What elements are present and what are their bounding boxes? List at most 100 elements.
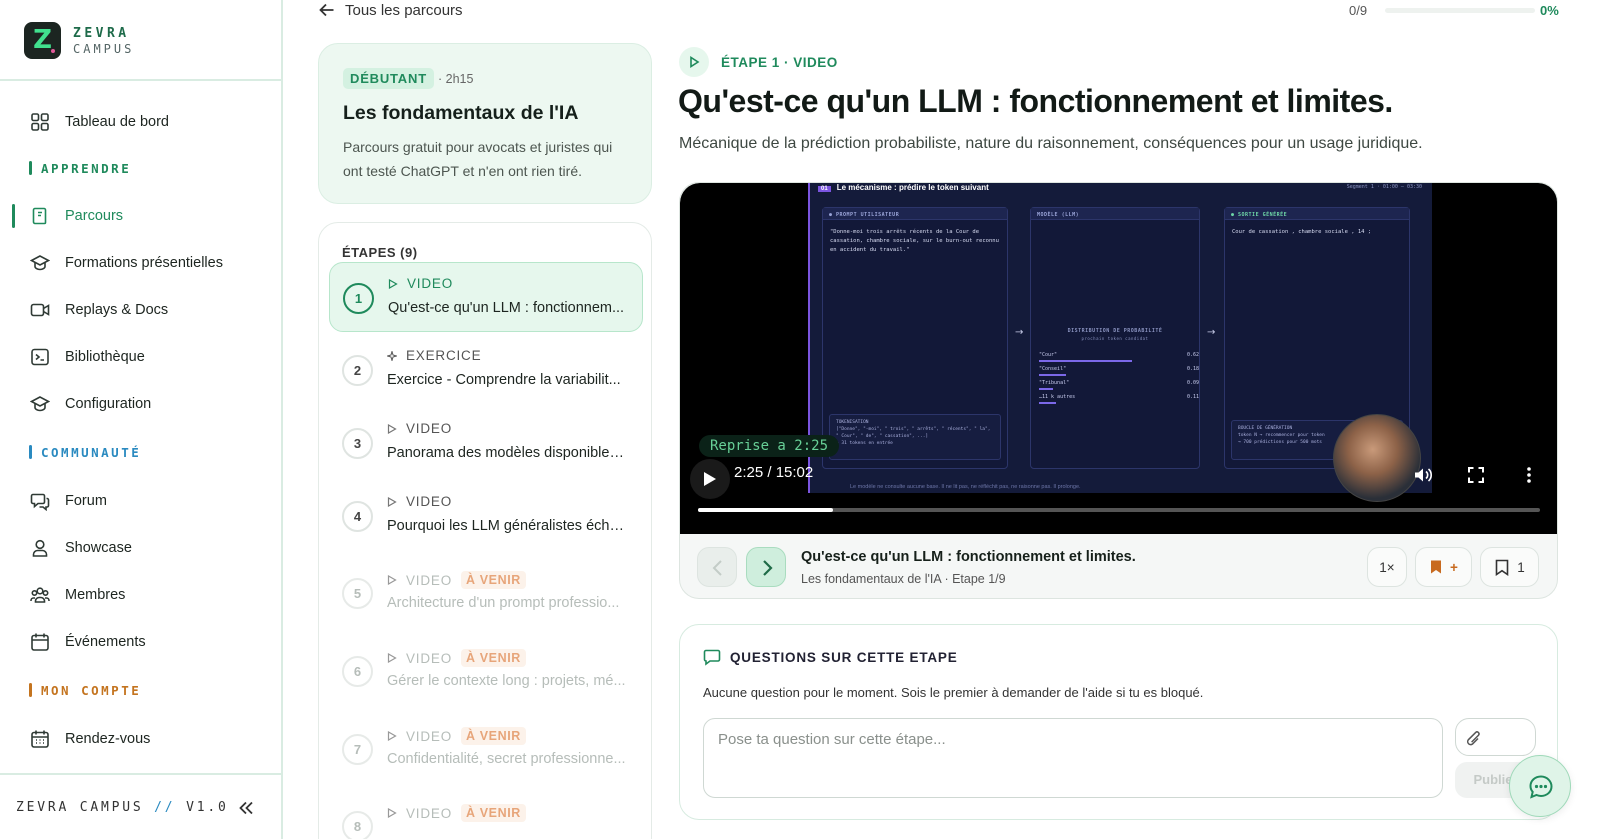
coming-soon-badge: À VENIR xyxy=(461,804,526,822)
previous-step-button[interactable] xyxy=(697,547,737,587)
step-item[interactable]: 1 VIDEO Qu'est-ce qu'un LLM : fonctionnem.… xyxy=(329,262,643,332)
sidebar-item-label: Rendez-vous xyxy=(65,731,151,747)
step-name: Confidentialité, secret professionne... xyxy=(387,751,626,767)
play-circle-icon xyxy=(679,47,709,77)
prompt-pane-title: ● PROMPT UTILISATEUR xyxy=(823,208,1007,220)
sidebar-footer-divider xyxy=(0,773,281,775)
play-button[interactable] xyxy=(690,459,730,499)
sidebar-item-label: Forum xyxy=(65,493,107,509)
step-number: 6 xyxy=(342,656,373,687)
sidebar-item-label: Membres xyxy=(65,587,126,603)
seek-bar-fill xyxy=(698,508,833,512)
seek-bar[interactable] xyxy=(698,508,1540,512)
step-type: VIDEO À VENIR xyxy=(387,727,526,745)
terminal-icon xyxy=(31,348,49,366)
sidebar-item-parcours[interactable]: Parcours xyxy=(30,203,123,229)
users-icon xyxy=(30,587,50,603)
section-account: MON COMPTE xyxy=(29,682,141,698)
sidebar-item-evenements[interactable]: Événements xyxy=(30,629,146,655)
step-number: 7 xyxy=(342,734,373,765)
calendar-grid-icon xyxy=(31,730,49,748)
sidebar-item-membres[interactable]: Membres xyxy=(30,582,125,608)
course-description: Parcours gratuit pour avocats et juriste… xyxy=(343,139,613,179)
fullscreen-icon[interactable] xyxy=(1466,465,1486,485)
active-indicator xyxy=(12,204,15,228)
bookmark-filled-icon xyxy=(1431,560,1442,574)
chat-bubbles-icon xyxy=(30,493,50,511)
course-card: DÉBUTANT · 2h15 Les fondamentaux de l'IA… xyxy=(318,43,652,204)
sidebar-item-bibliotheque[interactable]: Bibliothèque xyxy=(30,344,145,370)
distribution-bar xyxy=(1039,388,1053,390)
brand-sub: CAMPUS xyxy=(73,42,135,56)
next-step-button[interactable] xyxy=(746,547,786,587)
volume-icon[interactable] xyxy=(1413,465,1433,485)
sidebar-item-dashboard[interactable]: Tableau de bord xyxy=(30,109,169,135)
step-item[interactable]: 4 VIDEO Pourquoi les LLM généralistes écho… xyxy=(329,481,643,551)
add-bookmark-button[interactable]: + xyxy=(1415,547,1472,587)
question-input[interactable] xyxy=(703,718,1443,798)
step-item[interactable]: 3 VIDEO Panorama des modèles disponibles .… xyxy=(329,408,643,478)
step-item[interactable]: 2 EXERCICE Exercice - Comprendre la variab… xyxy=(329,335,643,405)
chevron-left-icon xyxy=(712,560,722,576)
sidebar-item-label: Showcase xyxy=(65,540,132,556)
current-step-label: ÉTAPE 1 · VIDEO xyxy=(679,47,838,77)
output-pane-text: Cour de cassation , chambre sociale , 14… xyxy=(1232,229,1372,235)
back-to-courses-link[interactable]: Tous les parcours xyxy=(318,1,463,19)
video-camera-icon xyxy=(30,303,50,317)
distribution-row: "Tribunal" 0.09 xyxy=(1039,380,1199,390)
sidebar-item-formations[interactable]: Formations présentielles xyxy=(30,250,223,276)
step-number: 4 xyxy=(342,501,373,532)
sidebar-item-forum[interactable]: Forum xyxy=(30,488,107,514)
steps-title: ÉTAPES (9) xyxy=(342,245,418,260)
presenter-camera xyxy=(1333,414,1421,502)
page-subtitle: Mécanique de la prédiction probabiliste,… xyxy=(679,135,1423,152)
steps-panel: ÉTAPES (9) 1 VIDEO Qu'est-ce qu'un LLM : f… xyxy=(318,222,652,839)
video-frame[interactable]: 01 Le mécanisme : prédire le token suivan… xyxy=(680,183,1557,534)
level-badge: DÉBUTANT xyxy=(343,68,434,89)
distribution-bar xyxy=(1039,374,1066,376)
chevrons-left-icon[interactable] xyxy=(237,799,255,817)
step-name: Exercice - Comprendre la variabilit... xyxy=(387,372,621,388)
sidebar-item-label: Configuration xyxy=(65,396,152,412)
attach-file-button[interactable] xyxy=(1455,718,1536,756)
sidebar-item-showcase[interactable]: Showcase xyxy=(30,535,132,561)
questions-panel: QUESTIONS SUR CETTE ETAPE Aucune questio… xyxy=(679,624,1558,820)
paperclip-icon xyxy=(1466,731,1480,746)
step-type: VIDEO xyxy=(388,276,453,291)
step-name: Gérer le contexte long : projets, mé... xyxy=(387,673,626,689)
step-item[interactable]: 5 VIDEO À VENIR Architecture d'un prompt pr… xyxy=(329,558,643,628)
distribution-row: …11 k autres 0.11 xyxy=(1039,394,1199,404)
sidebar-item-replays[interactable]: Replays & Docs xyxy=(30,297,168,323)
calendar-icon xyxy=(31,633,49,651)
resume-label[interactable]: Reprise a 2:25 xyxy=(699,435,840,457)
sidebar-item-rendezvous[interactable]: Rendez-vous xyxy=(30,726,150,752)
step-item[interactable]: 8 VIDEO À VENIR xyxy=(329,791,643,839)
model-pane: MODÈLE (LLM) DISTRIBUTION DE PROBABILITÉ… xyxy=(1030,207,1200,469)
output-pane-title: ● SORTIE GÉNÉRÉE xyxy=(1225,208,1409,220)
bookmark-icon xyxy=(1495,559,1509,576)
step-number: 3 xyxy=(342,428,373,459)
questions-empty-state: Aucune question pour le moment. Sois le … xyxy=(703,685,1204,700)
sidebar-item-configuration[interactable]: Configuration xyxy=(30,391,151,417)
bookmarks-button[interactable]: 1 xyxy=(1480,547,1539,587)
step-type: VIDEO À VENIR xyxy=(387,571,526,589)
distribution-row: "Cour" 0.62 xyxy=(1039,352,1199,362)
sidebar: Z ZEVRA CAMPUS Tableau de bord APPRENDRE… xyxy=(0,0,283,839)
logo[interactable]: Z xyxy=(24,22,61,59)
sidebar-item-label: Événements xyxy=(65,634,146,650)
player-bar-title: Qu'est-ce qu'un LLM : fonctionnement et … xyxy=(801,549,1136,565)
playback-speed-button[interactable]: 1× xyxy=(1367,547,1407,587)
step-number: 1 xyxy=(343,283,374,314)
more-options-icon[interactable] xyxy=(1519,465,1539,485)
arrow-left-icon xyxy=(319,3,334,17)
step-item[interactable]: 7 VIDEO À VENIR Confidentialité, secret pro… xyxy=(329,714,643,784)
step-item[interactable]: 6 VIDEO À VENIR Gérer le contexte long : pr… xyxy=(329,636,643,706)
arrow-right-icon: → xyxy=(1207,327,1216,338)
questions-title: QUESTIONS SUR CETTE ETAPE xyxy=(703,648,958,666)
play-icon xyxy=(387,653,397,663)
chat-support-button[interactable] xyxy=(1509,755,1571,817)
step-name: Qu'est-ce qu'un LLM : fonctionnem... xyxy=(388,300,625,316)
play-icon xyxy=(387,731,397,741)
tokenization-box: TOKENISATION ["Donne", "-moi", " trois",… xyxy=(829,414,1001,460)
chat-icon xyxy=(1529,775,1553,799)
